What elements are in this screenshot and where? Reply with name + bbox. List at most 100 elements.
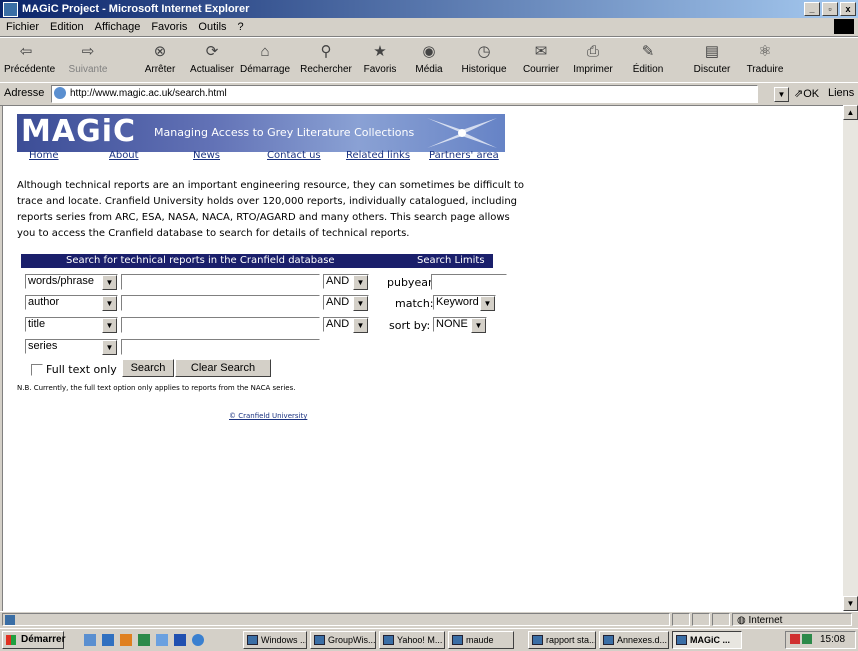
nav-partners[interactable]: Partners' area bbox=[429, 150, 499, 161]
media-button[interactable]: ◉ Média bbox=[412, 40, 446, 75]
quicklaunch-browser-icon[interactable] bbox=[192, 634, 204, 646]
field-select-2[interactable]: author ▼ bbox=[25, 295, 118, 311]
banner-tagline: Managing Access to Grey Literature Colle… bbox=[154, 126, 415, 139]
status-bar: ◍ Internet bbox=[0, 611, 858, 628]
field-select-4[interactable]: series ▼ bbox=[25, 339, 118, 355]
task-maude[interactable]: maude bbox=[448, 631, 514, 649]
search-button[interactable]: ⚲ Rechercher bbox=[300, 40, 352, 75]
quicklaunch-ie-icon[interactable] bbox=[102, 634, 114, 646]
operator-select-3[interactable]: AND ▼ bbox=[323, 317, 369, 333]
address-bar: Adresse http://www.magic.ac.uk/search.ht… bbox=[0, 82, 858, 106]
chevron-down-icon: ▼ bbox=[102, 318, 117, 333]
search-submit-button[interactable]: Search bbox=[122, 359, 174, 377]
mail-button[interactable]: ✉ Courrier bbox=[520, 40, 562, 75]
search-input-2[interactable] bbox=[121, 295, 320, 311]
back-arrow-icon: ⇦ bbox=[19, 43, 33, 60]
stop-button[interactable]: ⊗ Arrêter bbox=[140, 40, 180, 75]
nav-contact[interactable]: Contact us bbox=[267, 150, 321, 161]
windows-logo-icon bbox=[834, 19, 854, 34]
translate-button[interactable]: ⚛ Traduire bbox=[744, 40, 786, 75]
quicklaunch-media-icon[interactable] bbox=[120, 634, 132, 646]
nav-links: Home About News Contact us Related links… bbox=[17, 150, 507, 164]
fulltext-checkbox[interactable] bbox=[31, 364, 43, 376]
page-icon bbox=[54, 87, 66, 100]
discuss-button[interactable]: ▤ Discuter bbox=[690, 40, 734, 75]
menu-affichage[interactable]: Affichage bbox=[95, 21, 141, 33]
status-text bbox=[2, 613, 670, 626]
minimize-button[interactable]: _ bbox=[804, 2, 820, 16]
series-input[interactable] bbox=[121, 339, 320, 355]
task-annexes[interactable]: Annexes.d... bbox=[599, 631, 669, 649]
system-tray: 15:08 bbox=[785, 631, 856, 649]
maximize-button[interactable]: ▫ bbox=[822, 2, 838, 16]
print-button[interactable]: ⎙ Imprimer bbox=[572, 40, 614, 76]
history-button[interactable]: ◷ Historique bbox=[460, 40, 508, 75]
operator-select-2[interactable]: AND ▼ bbox=[323, 295, 369, 311]
sort-select[interactable]: NONE ▼ bbox=[433, 317, 487, 333]
start-button[interactable]: Démarrer bbox=[2, 631, 65, 649]
nav-news[interactable]: News bbox=[193, 150, 220, 161]
task-rapport[interactable]: rapport sta... bbox=[528, 631, 596, 649]
vertical-scrollbar[interactable]: ▲ ▼ bbox=[843, 105, 858, 611]
fulltext-label: Full text only bbox=[46, 363, 117, 376]
close-button[interactable]: x bbox=[840, 2, 856, 16]
copyright-link[interactable]: © Cranfield University bbox=[229, 412, 307, 420]
history-icon: ◷ bbox=[477, 43, 491, 60]
tray-app-icon[interactable] bbox=[802, 634, 812, 645]
chevron-down-icon: ▼ bbox=[353, 275, 368, 290]
back-button[interactable]: ⇦ Précédente bbox=[4, 40, 55, 75]
field-select-1[interactable]: words/phrase ▼ bbox=[25, 274, 118, 290]
links-button[interactable]: Liens bbox=[828, 87, 854, 99]
search-input-3[interactable] bbox=[121, 317, 320, 333]
quicklaunch-desktop-icon[interactable] bbox=[84, 634, 96, 646]
search-header: Search for technical reports in the Cran… bbox=[21, 254, 493, 268]
search-input-1[interactable] bbox=[121, 274, 320, 290]
quicklaunch-app-icon[interactable] bbox=[138, 634, 150, 646]
menu-edition[interactable]: Edition bbox=[50, 21, 84, 33]
quicklaunch-messenger-icon[interactable] bbox=[174, 634, 186, 646]
pubyear-input[interactable] bbox=[431, 274, 507, 290]
refresh-button[interactable]: ⟳ Actualiser bbox=[190, 40, 234, 75]
page-viewport: MAGiC Managing Access to Grey Literature… bbox=[2, 105, 844, 612]
chevron-down-icon: ▼ bbox=[102, 340, 117, 355]
clear-search-button[interactable]: Clear Search bbox=[175, 359, 271, 377]
search-icon: ⚲ bbox=[320, 43, 332, 60]
operator-select-1[interactable]: AND ▼ bbox=[323, 274, 369, 290]
task-yahoo[interactable]: Yahoo! M... bbox=[379, 631, 445, 649]
tray-network-icon[interactable] bbox=[790, 634, 800, 645]
address-input[interactable]: http://www.magic.ac.uk/search.html bbox=[51, 85, 758, 103]
field-select-3[interactable]: title ▼ bbox=[25, 317, 118, 333]
quicklaunch-outlook-icon[interactable] bbox=[156, 634, 168, 646]
address-dropdown-icon[interactable]: ▼ bbox=[774, 87, 789, 102]
forward-button[interactable]: ⇨ Suivante bbox=[66, 40, 110, 75]
address-url: http://www.magic.ac.uk/search.html bbox=[70, 88, 227, 99]
match-label: match: bbox=[395, 297, 434, 310]
pubyear-label: pubyear: bbox=[387, 276, 436, 289]
edit-button[interactable]: ✎ Édition bbox=[628, 40, 668, 75]
go-button[interactable]: ⇗OK bbox=[794, 87, 819, 100]
magic-banner: MAGiC Managing Access to Grey Literature… bbox=[17, 114, 505, 152]
nav-related[interactable]: Related links bbox=[346, 150, 410, 161]
menu-help[interactable]: ? bbox=[238, 21, 244, 33]
match-select[interactable]: Keyword ▼ bbox=[433, 295, 496, 311]
window-title: MAGiC Project - Microsoft Internet Explo… bbox=[22, 3, 250, 15]
nav-about[interactable]: About bbox=[109, 150, 139, 161]
home-button[interactable]: ⌂ Démarrage bbox=[240, 40, 290, 76]
menu-outils[interactable]: Outils bbox=[198, 21, 226, 33]
nav-home[interactable]: Home bbox=[29, 150, 59, 161]
menu-fichier[interactable]: Fichier bbox=[6, 21, 39, 33]
task-groupwise[interactable]: GroupWis... bbox=[310, 631, 376, 649]
address-label: Adresse bbox=[4, 87, 45, 99]
translate-icon: ⚛ bbox=[758, 43, 772, 60]
scroll-up-icon[interactable]: ▲ bbox=[843, 105, 858, 120]
status-segment bbox=[672, 613, 690, 626]
task-magic[interactable]: MAGiC ... bbox=[672, 631, 742, 649]
task-windows[interactable]: Windows ... bbox=[243, 631, 307, 649]
search-heading: Search for technical reports in the Cran… bbox=[66, 255, 335, 266]
menu-favoris[interactable]: Favoris bbox=[151, 21, 187, 33]
taskbar: Démarrer Windows ... GroupWis... Yahoo! … bbox=[0, 628, 858, 651]
mail-icon: ✉ bbox=[534, 43, 548, 60]
scroll-down-icon[interactable]: ▼ bbox=[843, 596, 858, 611]
zone-indicator: ◍ Internet bbox=[732, 613, 852, 626]
favorites-button[interactable]: ★ Favoris bbox=[360, 40, 400, 75]
